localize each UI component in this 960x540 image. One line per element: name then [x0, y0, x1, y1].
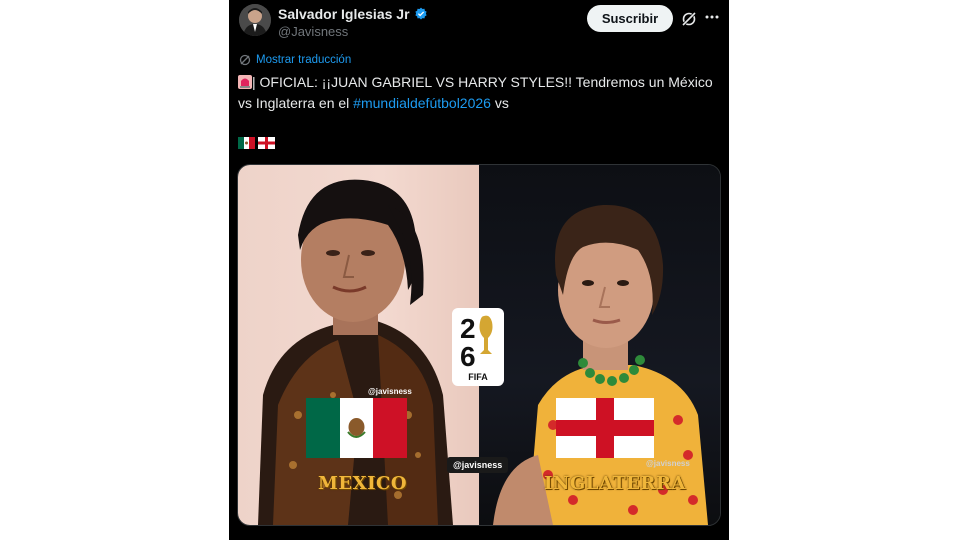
svg-text:6: 6 — [460, 341, 476, 372]
name-row: Salvador Iglesias Jr — [278, 6, 428, 22]
tweet-text: | OFICIAL: ¡¡JUAN GABRIEL VS HARRY STYLE… — [238, 72, 723, 114]
avatar[interactable] — [239, 4, 271, 36]
user-handle[interactable]: @Javisness — [278, 24, 348, 39]
fifa-logo-text: FIFA — [468, 372, 488, 382]
tweet-card: Salvador Iglesias Jr @Javisness Suscribi… — [229, 0, 729, 540]
mexico-flag-icon — [306, 398, 407, 458]
translate-label: Mostrar traducción — [256, 54, 352, 66]
tweet-text-part2: vs — [490, 95, 509, 111]
display-name[interactable]: Salvador Iglesias Jr — [278, 6, 410, 22]
country-label-inglaterra: INGLATERRA — [544, 473, 686, 494]
svg-text:2: 2 — [460, 313, 476, 344]
tweet-media-image[interactable]: @javisness @javisness @javisness MEXICO … — [237, 164, 721, 526]
england-flag-icon — [556, 398, 654, 458]
more-icon[interactable] — [703, 8, 721, 26]
watermark-center: @javisness — [447, 457, 509, 473]
fifa-world-cup-2026-logo: 2 6 FIFA — [452, 308, 504, 386]
siren-emoji-icon — [238, 75, 252, 89]
grok-icon[interactable] — [681, 11, 697, 27]
mexico-flag-icon — [238, 137, 255, 149]
hashtag-link[interactable]: #mundialdefútbol2026 — [353, 95, 491, 111]
watermark-right: @javisness — [646, 459, 690, 468]
subscribe-button[interactable]: Suscribir — [587, 5, 673, 32]
country-label-mexico: MEXICO — [318, 473, 408, 494]
watermark-left: @javisness — [368, 387, 412, 396]
verified-badge-icon — [414, 7, 427, 20]
show-translation-link[interactable]: Mostrar traducción — [239, 54, 351, 66]
emoji-flags — [238, 137, 275, 149]
england-flag-icon — [258, 137, 275, 149]
translate-icon — [239, 54, 251, 66]
